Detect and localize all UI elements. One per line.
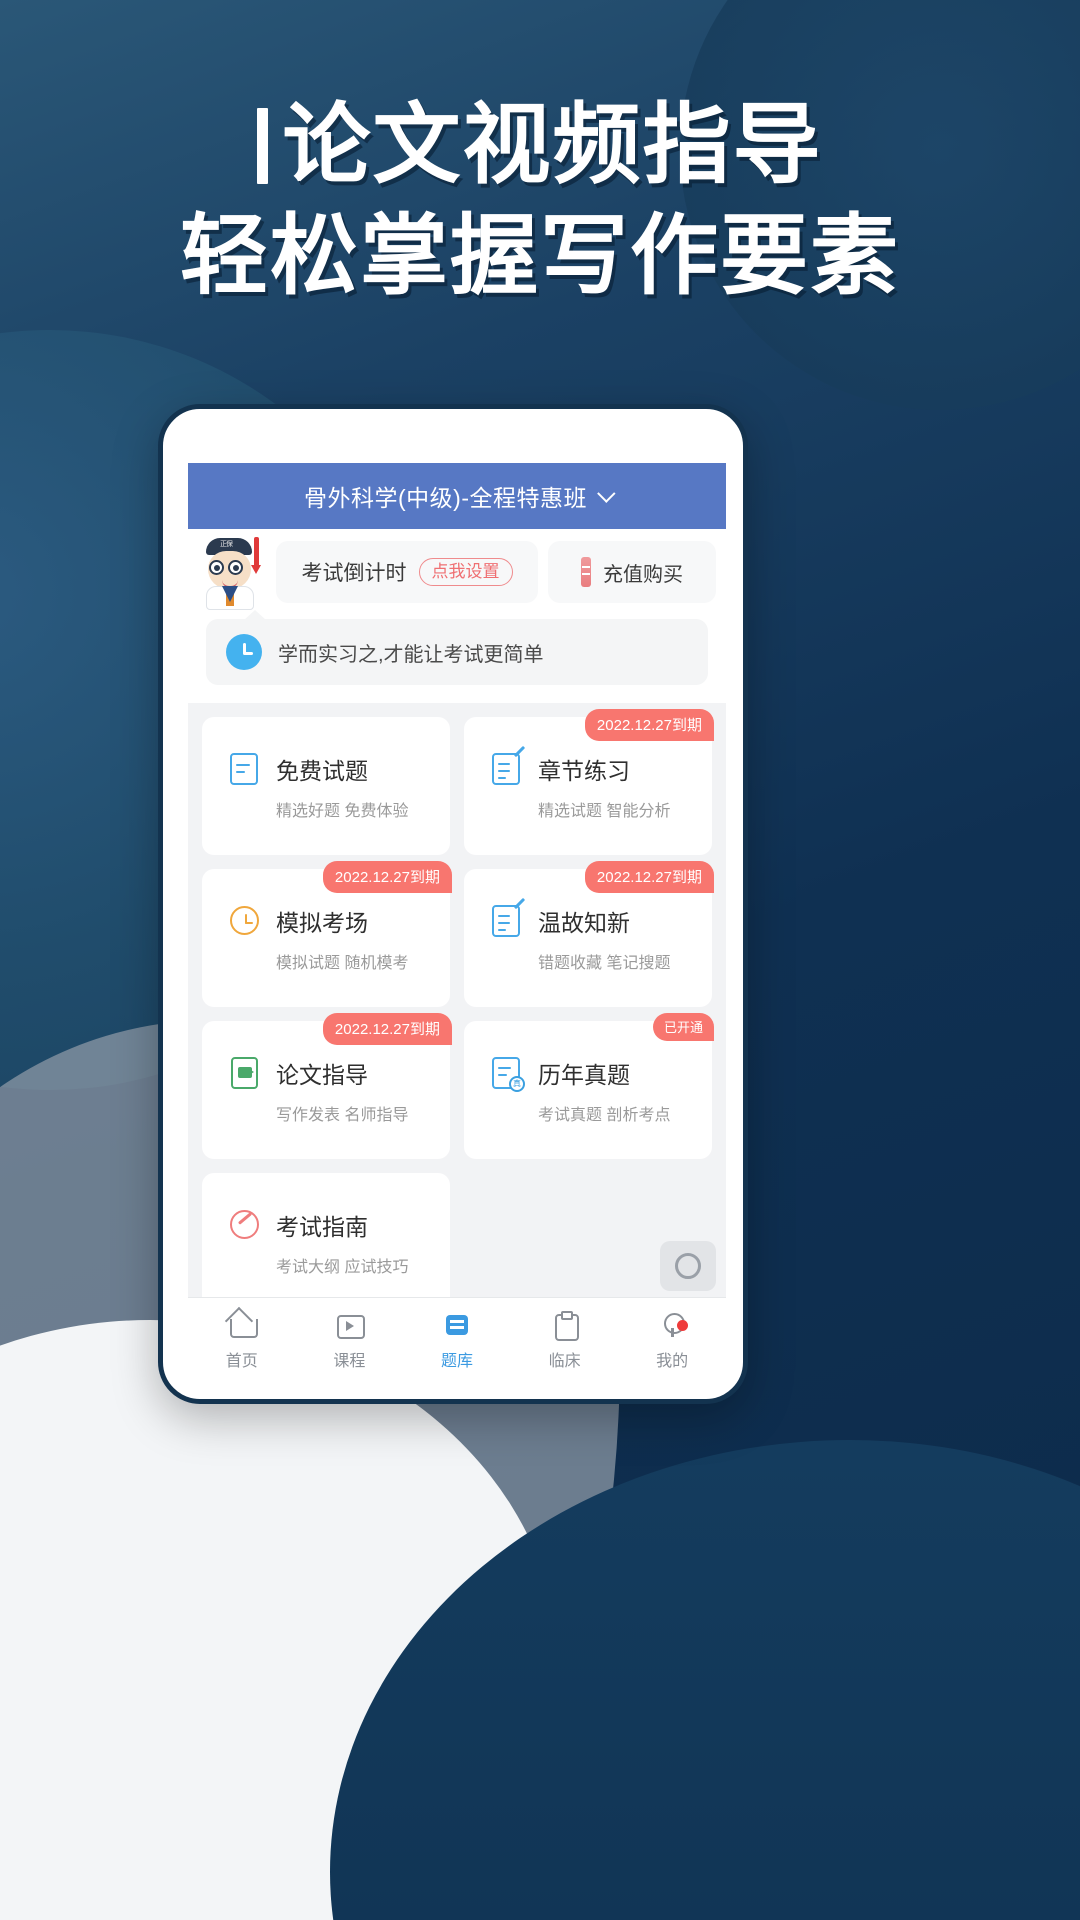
card-head: 章节练习 (490, 745, 712, 787)
app-header-title: 骨外科学(中级)-全程特惠班 (304, 485, 587, 511)
expiry-badge: 2022.12.27到期 (584, 861, 714, 893)
promo-background: 论文视频指导 轻松掌握写作要素 骨外科学(中级)-全程特惠班 正保 考试倒计时 … (0, 0, 1080, 1920)
past-papers-icon: 真 (490, 1055, 525, 1092)
promo-headline: 论文视频指导 轻松掌握写作要素 (0, 93, 1080, 307)
nav-label: 临床 (548, 1353, 581, 1370)
feature-card-past-papers[interactable]: 已开通 真 历年真题 考试真题 剖析考点 (464, 1013, 714, 1159)
card-title: 模拟考场 (276, 910, 368, 936)
avatar-hat-label: 正保 (220, 541, 233, 548)
study-tip-banner[interactable]: 学而实习之,才能让考试更简单 (206, 610, 708, 685)
card-head: 温故知新 (490, 897, 712, 939)
avatar-tassel (251, 537, 261, 574)
card-title: 历年真题 (538, 1062, 630, 1088)
nav-item-mine[interactable]: 我的 (618, 1310, 726, 1371)
course-play-icon (334, 1310, 366, 1340)
card-subtitle: 精选试题 智能分析 (538, 803, 671, 820)
avatar-eye-left (209, 560, 224, 575)
card-subtitle: 精选好题 免费体验 (276, 803, 409, 820)
card-subtitle: 考试真题 剖析考点 (538, 1107, 671, 1124)
card-title: 章节练习 (538, 758, 630, 784)
expiry-badge: 2022.12.27到期 (322, 861, 452, 893)
feature-card-free-questions[interactable]: 免费试题 精选好题 免费体验 (202, 717, 450, 855)
card-subtitle: 错题收藏 笔记搜题 (538, 955, 671, 972)
headline-line-1-text: 论文视频指导 (282, 93, 823, 196)
feature-card-review[interactable]: 2022.12.27到期 温故知新 错题收藏 笔记搜题 (464, 861, 714, 1007)
card-head: 模拟考场 (228, 903, 450, 939)
study-tip-text: 学而实习之,才能让考试更简单 (278, 643, 544, 666)
card-title: 论文指导 (276, 1062, 368, 1088)
feature-card-chapter-practice[interactable]: 2022.12.27到期 章节练习 精选试题 智能分析 (464, 709, 714, 855)
feature-card-exam-guide[interactable]: 考试指南 考试大纲 应试技巧 (202, 1173, 450, 1297)
card-head: 真 历年真题 (490, 1055, 712, 1092)
chevron-down-icon[interactable] (597, 483, 616, 503)
exam-countdown-button[interactable]: 考试倒计时 点我设置 (276, 541, 538, 603)
card-subtitle: 考试大纲 应试技巧 (276, 1259, 409, 1276)
card-head: 论文指导 (228, 1055, 450, 1091)
thermometer-icon (581, 557, 591, 587)
tip-banner-wrapper: 学而实习之,才能让考试更简单 (188, 610, 726, 703)
headline-line-1: 论文视频指导 (0, 93, 1080, 196)
notification-dot-icon (676, 1320, 688, 1331)
nav-item-course[interactable]: 课程 (296, 1310, 404, 1371)
graduate-avatar-icon: 正保 (196, 536, 266, 610)
feature-grid-scroll[interactable]: 免费试题 精选好题 免费体验 2022.12.27到期 章节练习 精选试题 智能… (188, 703, 726, 1297)
nav-label: 题库 (440, 1353, 473, 1370)
nav-item-clinical[interactable]: 临床 (511, 1310, 619, 1371)
phone-mockup: 骨外科学(中级)-全程特惠班 正保 考试倒计时 点我设置 充值购买 学而实习之,… (158, 404, 748, 1404)
expiry-badge: 2022.12.27到期 (584, 709, 714, 741)
bottom-nav: 首页 课程 题库 临床 我的 (188, 1297, 726, 1383)
card-subtitle: 写作发表 名师指导 (276, 1107, 409, 1124)
headline-line-2: 轻松掌握写作要素 (179, 203, 900, 307)
recharge-buy-label: 充值购买 (603, 563, 683, 586)
nav-item-home[interactable]: 首页 (188, 1310, 296, 1371)
home-icon (227, 1310, 258, 1340)
card-title: 温故知新 (538, 910, 630, 936)
exam-guide-compass-icon (228, 1207, 262, 1243)
exam-countdown-label: 考试倒计时 (301, 562, 407, 585)
search-circle-icon[interactable] (660, 1241, 716, 1291)
clock-icon (226, 634, 262, 670)
avatar-eye-right (228, 560, 243, 575)
thesis-video-book-icon (228, 1055, 262, 1091)
mock-exam-clock-icon (228, 903, 262, 939)
chapter-practice-icon (490, 745, 526, 787)
card-head: 考试指南 (228, 1207, 450, 1243)
recharge-buy-button[interactable]: 充值购买 (548, 541, 716, 603)
expiry-badge: 2022.12.27到期 (322, 1013, 452, 1045)
nav-label: 课程 (333, 1353, 366, 1370)
set-countdown-button[interactable]: 点我设置 (418, 558, 513, 586)
free-questions-icon (228, 751, 262, 787)
card-title: 考试指南 (276, 1214, 368, 1240)
countdown-row: 正保 考试倒计时 点我设置 充值购买 (188, 529, 726, 615)
clinical-clipboard-icon (550, 1310, 580, 1341)
card-subtitle: 模拟试题 随机模考 (276, 955, 409, 972)
nav-label: 首页 (225, 1353, 258, 1370)
review-notes-icon (490, 897, 526, 939)
app-header[interactable]: 骨外科学(中级)-全程特惠班 (188, 463, 726, 529)
feature-card-mock-exam[interactable]: 2022.12.27到期 模拟考场 模拟试题 随机模考 (202, 861, 452, 1007)
nav-item-question-bank[interactable]: 题库 (403, 1310, 511, 1371)
question-bank-icon (442, 1310, 472, 1340)
nav-label: 我的 (656, 1353, 689, 1370)
card-head: 免费试题 (228, 751, 450, 787)
feature-grid: 免费试题 精选好题 免费体验 2022.12.27到期 章节练习 精选试题 智能… (202, 709, 714, 1297)
activated-badge: 已开通 (652, 1013, 714, 1041)
headline-accent-bar (257, 108, 269, 184)
feature-card-thesis-guide[interactable]: 2022.12.27到期 论文指导 写作发表 名师指导 (202, 1013, 452, 1159)
app-screen: 骨外科学(中级)-全程特惠班 正保 考试倒计时 点我设置 充值购买 学而实习之,… (188, 463, 726, 1383)
card-title: 免费试题 (276, 758, 368, 784)
fab-inner-circle (675, 1253, 701, 1279)
